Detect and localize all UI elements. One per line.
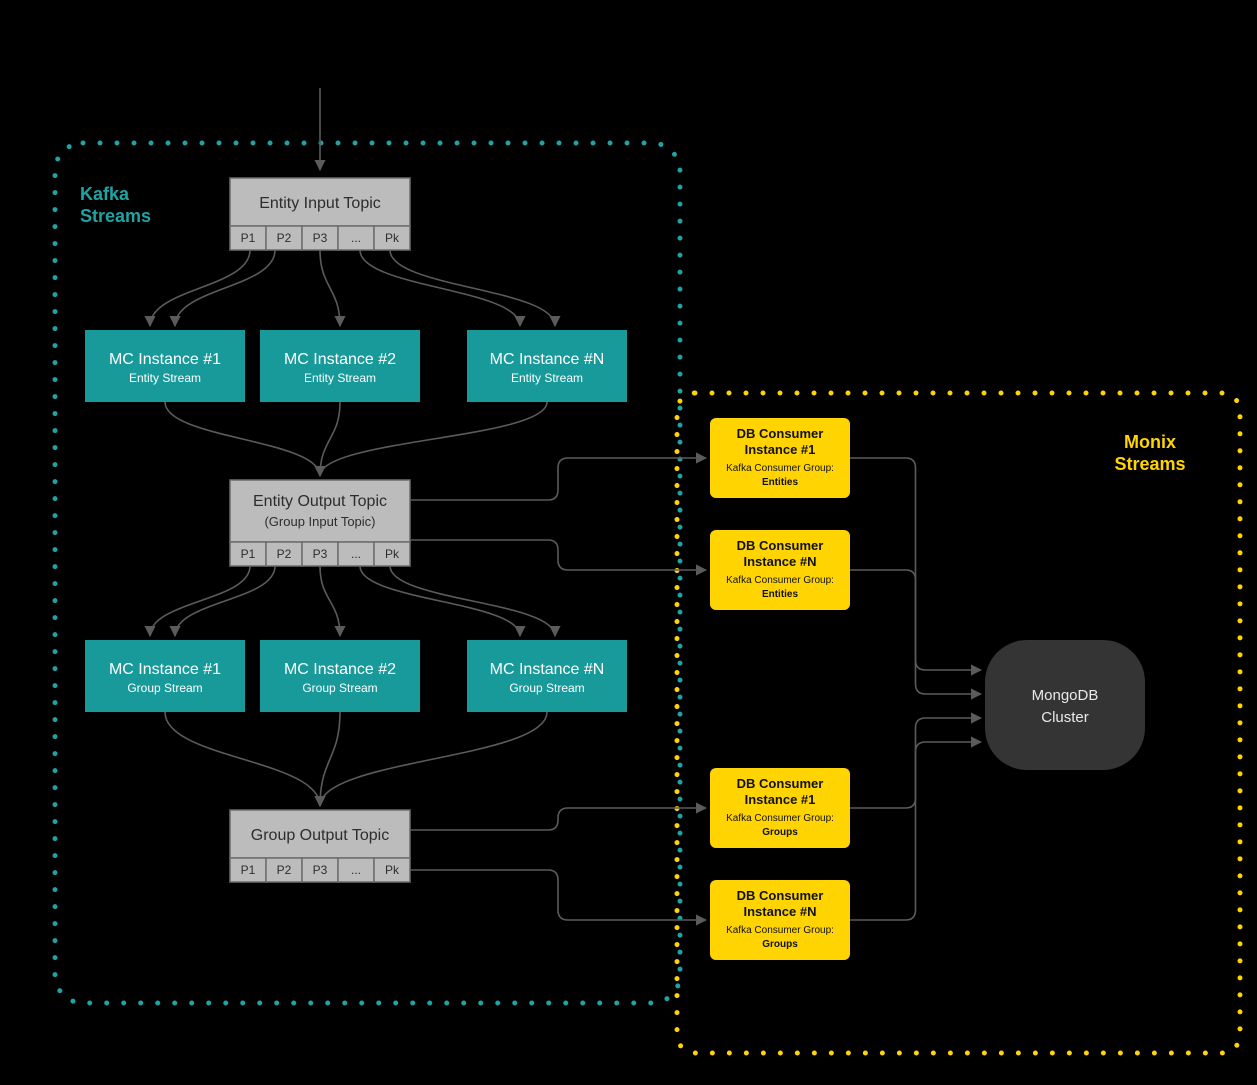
db-sub: Kafka Consumer Group:	[726, 925, 834, 936]
kafka-label-1: Kafka	[80, 184, 130, 204]
connector	[320, 712, 547, 806]
db-consumer-0: DB ConsumerInstance #1 Kafka Consumer Gro…	[710, 418, 850, 498]
partition-label: ...	[351, 547, 361, 561]
connector	[390, 250, 555, 326]
db-title1: DB Consumer	[737, 426, 824, 441]
connector	[410, 870, 706, 920]
partition-label: P1	[241, 863, 256, 877]
partition-label: Pk	[385, 231, 400, 245]
db-sub: Kafka Consumer Group:	[726, 813, 834, 824]
monix-label-1: Monix	[1124, 432, 1176, 452]
connector	[150, 566, 250, 636]
mc-mcRowB-2: MC Instance #N Group Stream	[467, 640, 627, 712]
connector	[150, 250, 250, 326]
db-consumer-3: DB ConsumerInstance #N Kafka Consumer Gro…	[710, 880, 850, 960]
partition-label: P1	[241, 547, 256, 561]
topic-groupOutput: Group Output Topic P1 P2 P3... Pk	[230, 810, 410, 882]
connector	[360, 566, 520, 636]
connector	[410, 540, 706, 570]
connector	[320, 250, 340, 326]
connector	[165, 712, 320, 806]
db-group: Entities	[762, 589, 799, 600]
db-title2: Instance #N	[744, 554, 817, 569]
kafka-label-2: Streams	[80, 206, 151, 226]
mongo-l1: MongoDB	[1032, 687, 1099, 704]
partition-label: P2	[277, 547, 292, 561]
db-consumer-2: DB ConsumerInstance #1 Kafka Consumer Gro…	[710, 768, 850, 848]
connector	[165, 402, 320, 476]
partition-label: Pk	[385, 547, 400, 561]
db-sub: Kafka Consumer Group:	[726, 575, 834, 586]
db-sub: Kafka Consumer Group:	[726, 463, 834, 474]
mc-mcRowB-1: MC Instance #2 Group Stream	[260, 640, 420, 712]
db-title2: Instance #N	[744, 904, 817, 919]
mc-title: MC Instance #1	[109, 661, 221, 678]
connector	[320, 712, 340, 806]
db-group: Groups	[762, 939, 798, 950]
db-title2: Instance #1	[745, 442, 816, 457]
connector	[410, 808, 706, 830]
connector	[175, 250, 275, 326]
mc-title: MC Instance #N	[490, 351, 605, 368]
partition-label: P2	[277, 231, 292, 245]
partition-label: P3	[313, 547, 328, 561]
mc-title: MC Instance #2	[284, 661, 396, 678]
connector	[850, 742, 981, 920]
topic-entityOutput-title: Entity Output Topic	[253, 493, 387, 510]
partition-label: P3	[313, 863, 328, 877]
partition-label: ...	[351, 863, 361, 877]
connector	[320, 402, 547, 476]
mc-title: MC Instance #N	[490, 661, 605, 678]
topic-groupOutput-title: Group Output Topic	[251, 827, 389, 844]
mongo-l2: Cluster	[1041, 709, 1089, 726]
db-title1: DB Consumer	[737, 888, 824, 903]
mc-sub: Group Stream	[127, 681, 202, 695]
partition-label: P3	[313, 231, 328, 245]
monix-label-2: Streams	[1114, 454, 1185, 474]
topic-entityInput-title: Entity Input Topic	[259, 195, 381, 212]
topic-entityInput: Entity Input Topic P1 P2 P3... Pk	[230, 178, 410, 250]
topic-entityOutput: Entity Output Topic (Group Input Topic) P1…	[230, 480, 410, 566]
connector	[850, 570, 981, 694]
mc-sub: Entity Stream	[511, 371, 583, 385]
mc-mcRowA-2: MC Instance #N Entity Stream	[467, 330, 627, 402]
connector	[360, 250, 520, 326]
mc-mcRowA-1: MC Instance #2 Entity Stream	[260, 330, 420, 402]
connector	[320, 402, 340, 476]
db-consumer-1: DB ConsumerInstance #N Kafka Consumer Gro…	[710, 530, 850, 610]
mongodb-cluster	[985, 640, 1145, 770]
partition-label: Pk	[385, 863, 400, 877]
mc-sub: Group Stream	[302, 681, 377, 695]
db-title2: Instance #1	[745, 792, 816, 807]
connector	[410, 458, 706, 500]
connector	[320, 566, 340, 636]
mc-sub: Entity Stream	[129, 371, 201, 385]
mc-mcRowB-0: MC Instance #1 Group Stream	[85, 640, 245, 712]
mc-mcRowA-0: MC Instance #1 Entity Stream	[85, 330, 245, 402]
mc-sub: Group Stream	[509, 681, 584, 695]
partition-label: P2	[277, 863, 292, 877]
db-group: Groups	[762, 827, 798, 838]
partition-label: P1	[241, 231, 256, 245]
mc-title: MC Instance #2	[284, 351, 396, 368]
connector	[175, 566, 275, 636]
topic-entityOutput-subtitle: (Group Input Topic)	[264, 514, 375, 529]
partition-label: ...	[351, 231, 361, 245]
db-title1: DB Consumer	[737, 776, 824, 791]
mc-sub: Entity Stream	[304, 371, 376, 385]
db-title1: DB Consumer	[737, 538, 824, 553]
connector	[390, 566, 555, 636]
db-group: Entities	[762, 477, 799, 488]
mc-title: MC Instance #1	[109, 351, 221, 368]
